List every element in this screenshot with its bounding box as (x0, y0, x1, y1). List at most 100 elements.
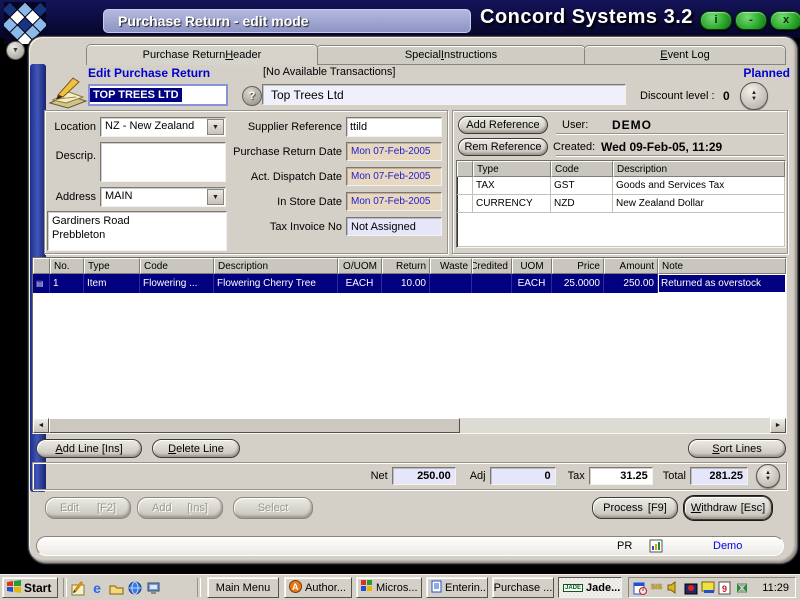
document-icon (649, 539, 663, 556)
calendar-icon[interactable]: 9 (717, 580, 732, 595)
header-cell[interactable]: Price (552, 258, 604, 274)
display-icon[interactable] (700, 580, 715, 595)
purchase-return-date-field[interactable]: Mon 07-Feb-2005 (346, 142, 442, 161)
header-cell[interactable]: O/UOM (338, 258, 382, 274)
address-select[interactable]: MAIN ▼ (100, 187, 226, 207)
sort-lines-button[interactable]: Sort Lines (688, 439, 786, 458)
help-button[interactable]: ? (242, 86, 262, 106)
volume-icon[interactable] (666, 580, 681, 595)
item-row-selected[interactable]: ▤ 1 Item Flowering ... Flowering Cherry … (33, 274, 786, 293)
address-textarea[interactable]: Gardiners Road Prebbleton (47, 211, 227, 251)
add-line-button[interactable]: Add Line [Ins] (36, 439, 142, 458)
reference-table[interactable]: Type Code Description TAX GST Goods and … (456, 160, 786, 248)
location-select[interactable]: NZ - New Zealand ▼ (100, 117, 226, 137)
items-hscrollbar[interactable]: ◄ ► (33, 418, 786, 433)
divider (556, 133, 784, 135)
note-edit-cell[interactable]: Returned as overstock (658, 274, 786, 293)
divider (556, 155, 784, 157)
header-cell[interactable]: Amount (604, 258, 658, 274)
window-controls: i - x (700, 11, 800, 30)
edit-button[interactable]: Edit [F2] (45, 497, 131, 519)
scroll-left-icon[interactable]: ◄ (33, 418, 49, 433)
ie-icon[interactable]: e (89, 580, 105, 596)
header-cell[interactable]: Code (140, 258, 214, 274)
totals-spinner[interactable]: ▲ ▼ (756, 464, 780, 488)
add-reference-button[interactable]: Add Reference (458, 116, 548, 134)
info-button[interactable]: i (700, 11, 732, 30)
status-badge: Planned (743, 66, 790, 80)
header-cell[interactable]: Return (382, 258, 430, 274)
add-button[interactable]: Add [Ins] (137, 497, 223, 519)
desktop-icon[interactable] (146, 580, 162, 596)
discount-value: 0 (723, 89, 730, 103)
in-store-date-field[interactable]: Mon 07-Feb-2005 (346, 192, 442, 211)
header-cell[interactable]: Description (214, 258, 338, 274)
select-button[interactable]: Select (233, 497, 313, 519)
discount-spinner[interactable]: ▲ ▼ (740, 82, 768, 110)
descrip-label: Descrip. (55, 150, 96, 162)
header-cell[interactable]: Type (84, 258, 140, 274)
total-field[interactable]: 281.25 (690, 467, 748, 485)
header-cell[interactable]: Description (613, 161, 785, 177)
supplier-code-input[interactable]: TOP TREES LTD (88, 84, 228, 106)
header-cell[interactable]: Note (658, 258, 786, 274)
sis-icon[interactable]: SIS (649, 580, 664, 595)
withdraw-button[interactable]: Withdraw [Esc] (684, 496, 772, 520)
taskbar-item-micros[interactable]: Micros... (356, 577, 422, 598)
tab-label: Purchase Return (142, 49, 226, 61)
start-button[interactable]: Start (2, 577, 58, 598)
delete-line-button[interactable]: Delete Line (152, 439, 240, 458)
corner-menu-button[interactable]: ▼ (6, 41, 25, 60)
tax-field[interactable]: 31.25 (588, 467, 653, 485)
table-row[interactable]: TAX GST Goods and Services Tax (457, 177, 785, 195)
items-table[interactable]: No. Type Code Description O/UOM Return W… (32, 257, 787, 434)
doc-type: PR (617, 540, 633, 552)
jade-tray-icon[interactable] (734, 580, 749, 595)
taskbar-item-purchase[interactable]: Purchase ... (492, 577, 554, 598)
tab-special-instructions[interactable]: Special Instructions (316, 45, 586, 65)
supplier-name-field[interactable]: Top Trees Ltd (262, 84, 626, 105)
tax-invoice-field[interactable]: Not Assigned (346, 217, 442, 236)
header-cell[interactable]: Code (551, 161, 613, 177)
jade-logo-icon: JADE (563, 583, 584, 592)
adj-label: Adj (469, 470, 486, 482)
globe-icon[interactable] (127, 580, 143, 596)
minimize-button[interactable]: - (735, 11, 767, 30)
triangle-icon: ▼ (12, 47, 19, 54)
net-field[interactable]: 250.00 (391, 467, 456, 485)
supplier-ref-input[interactable] (346, 117, 442, 137)
header-cell[interactable]: UOM (512, 258, 552, 274)
in-store-date-label: In Store Date (277, 196, 342, 208)
totals-bar: Net 250.00 Adj 0 Tax 31.25 Total 281.25 … (32, 462, 787, 490)
taskbar-item-jade[interactable]: JADE Jade... (558, 577, 622, 598)
row-marker-icon: ▤ (33, 274, 50, 293)
process-button[interactable]: Process [F9] (592, 497, 678, 519)
taskbar-item-author[interactable]: A Author... (284, 577, 352, 598)
adj-field[interactable]: 0 (489, 467, 556, 485)
schedule-icon[interactable] (632, 580, 647, 595)
header-cell[interactable]: Credited (472, 258, 512, 274)
header-cell[interactable]: Type (473, 161, 551, 177)
window-title[interactable]: Purchase Return - edit mode (103, 9, 471, 33)
act-dispatch-date-field[interactable]: Mon 07-Feb-2005 (346, 167, 442, 186)
taskbar-item-enterin[interactable]: Enterin... (426, 577, 488, 598)
scroll-right-icon[interactable]: ► (770, 418, 786, 433)
note-pencil-icon (48, 76, 88, 113)
rem-reference-button[interactable]: Rem Reference (458, 138, 548, 156)
agent-icon[interactable] (683, 580, 698, 595)
tab-purchase-return-header[interactable]: Purchase Return Header (86, 44, 318, 65)
descrip-textarea[interactable] (100, 142, 226, 182)
tab-event-log[interactable]: Event Log (584, 45, 786, 65)
close-button[interactable]: x (770, 11, 800, 30)
edit-title: Edit Purchase Return (88, 66, 211, 80)
folder-icon[interactable] (108, 580, 124, 596)
header-cell[interactable]: No. (50, 258, 84, 274)
header-cell (457, 161, 473, 177)
scrollbar-thumb[interactable] (49, 418, 460, 433)
taskbar-item-main-menu[interactable]: Main Menu (207, 577, 279, 598)
down-arrow-icon: ▼ (751, 96, 757, 102)
svg-text:9: 9 (722, 584, 727, 594)
table-row[interactable]: CURRENCY NZD New Zealand Dollar (457, 195, 785, 213)
notes-icon[interactable] (70, 580, 86, 596)
header-cell[interactable]: Waste (430, 258, 472, 274)
